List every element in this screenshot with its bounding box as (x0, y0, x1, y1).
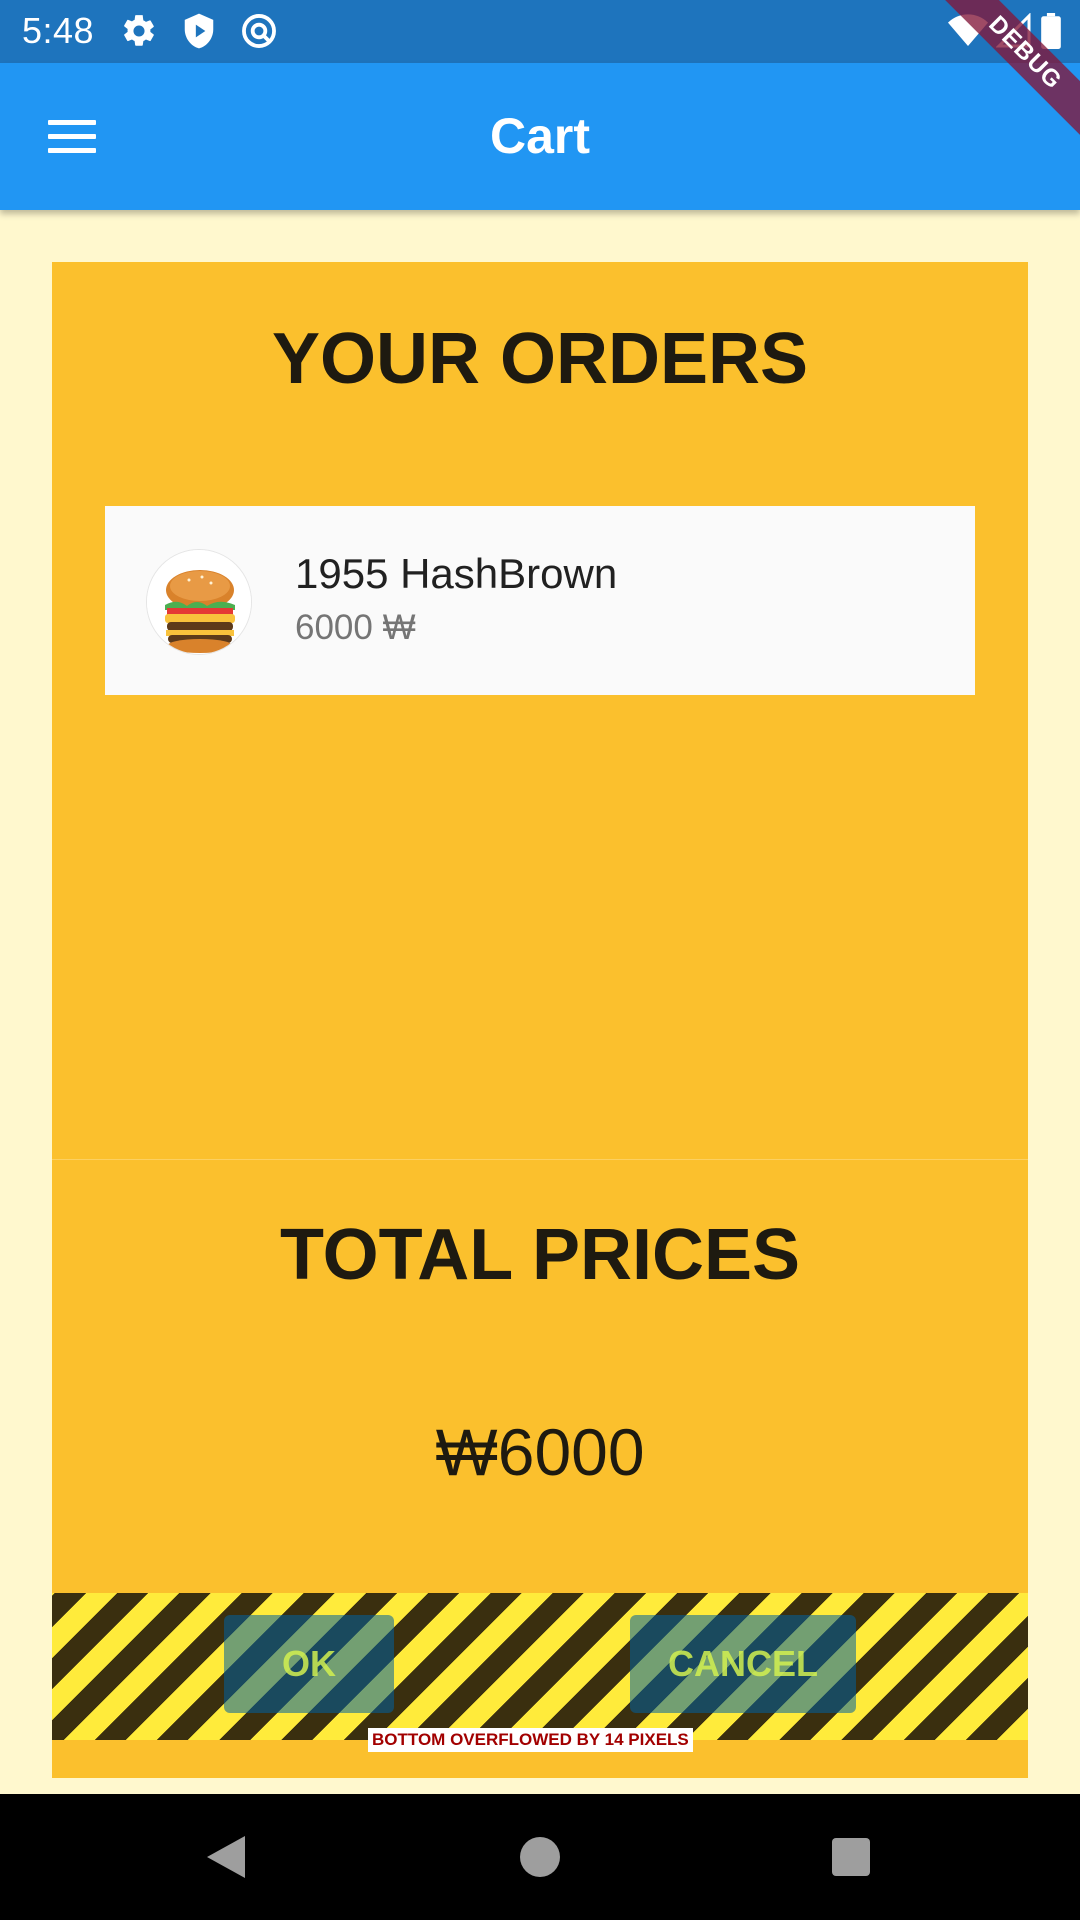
nav-bar (0, 1794, 1080, 1920)
status-bar: 5:48 (0, 0, 1080, 63)
overflow-warning-label: BOTTOM OVERFLOWED BY 14 PIXELS (368, 1728, 693, 1752)
cart-card: YOUR ORDERS 1955 HashBrown 6000 ₩ TOTAL … (52, 262, 1028, 1778)
recent-square-icon[interactable] (832, 1838, 870, 1876)
shield-play-icon (180, 12, 218, 50)
total-value: ₩6000 (435, 1415, 645, 1489)
cancel-button[interactable]: CANCEL (630, 1615, 856, 1713)
overflow-warning-zone: OK CANCEL BOTTOM OVERFLOWED BY 14 PIXELS (52, 1593, 1028, 1752)
home-circle-icon[interactable] (520, 1837, 560, 1877)
total-title: TOTAL PRICES (279, 1215, 801, 1295)
status-icons-right (948, 12, 1062, 54)
orders-title: YOUR ORDERS (271, 319, 809, 399)
status-icons-left (120, 12, 278, 50)
item-price: 6000 ₩ (295, 608, 416, 647)
item-name: 1955 HashBrown (295, 550, 618, 597)
list-item[interactable]: 1955 HashBrown 6000 ₩ (105, 506, 975, 695)
wifi-icon (948, 13, 988, 54)
back-triangle-icon[interactable] (205, 1834, 247, 1885)
signal-icon (995, 12, 1032, 54)
page-title: Cart (489, 108, 591, 164)
ok-button[interactable]: OK (224, 1615, 394, 1713)
app-bar: Cart (0, 63, 1080, 210)
at-sync-icon (240, 12, 278, 50)
status-time: 5:48 (22, 10, 95, 51)
burger-thumbnail (146, 549, 252, 655)
battery-icon (1040, 13, 1062, 54)
divider (52, 1159, 1028, 1160)
gear-icon (120, 12, 158, 50)
